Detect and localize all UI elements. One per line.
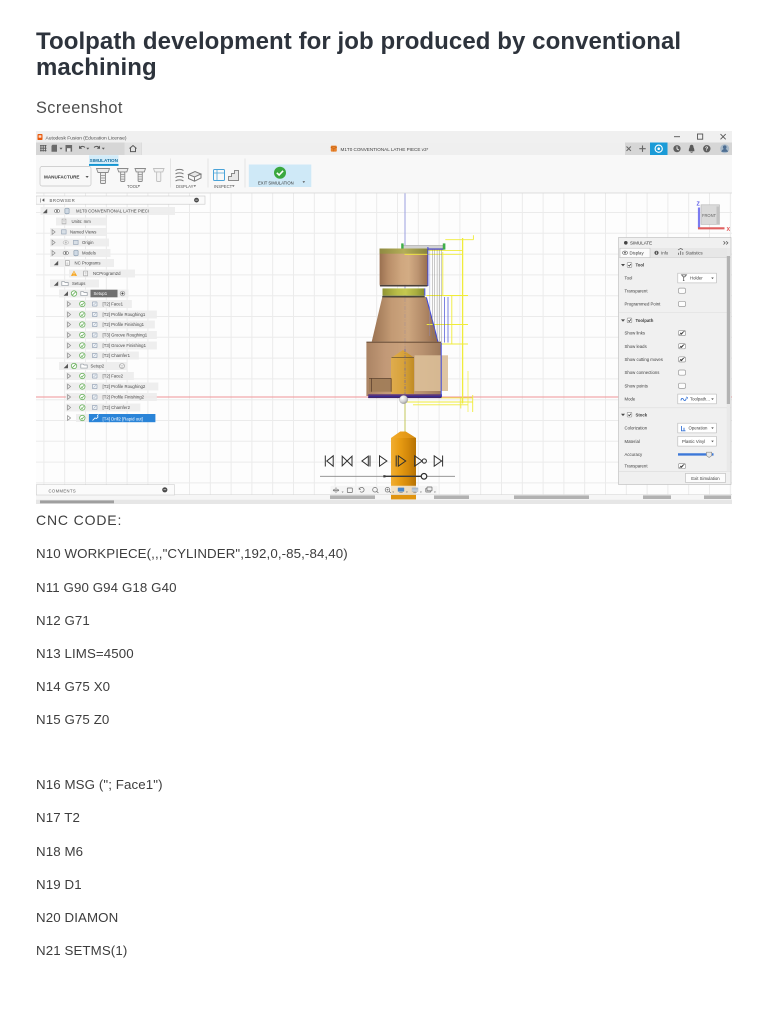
svg-text:[T2] Profile Finishing2: [T2] Profile Finishing2 — [103, 395, 145, 400]
svg-text:TOOL: TOOL — [127, 184, 139, 189]
svg-text:Show connections: Show connections — [625, 370, 660, 375]
svg-text:Material: Material — [625, 439, 640, 444]
svg-text:Programmed Point: Programmed Point — [625, 302, 662, 307]
svg-text:M1T0 CONVENTIONAL LATHE PIECI: M1T0 CONVENTIONAL LATHE PIECI — [76, 209, 149, 214]
svg-text:[T3] Groove Roughing1: [T3] Groove Roughing1 — [103, 333, 148, 338]
svg-text:[T2] Face2: [T2] Face2 — [103, 374, 124, 379]
svg-text:Operation: Operation — [689, 426, 708, 431]
svg-text:MANUFACTURE: MANUFACTURE — [44, 174, 79, 179]
svg-text:Exit Simulation: Exit Simulation — [691, 476, 720, 481]
svg-text:Transparent: Transparent — [625, 464, 649, 469]
svg-text:[T2] Profile Finishing1: [T2] Profile Finishing1 — [103, 322, 145, 327]
svg-text:Transparent: Transparent — [625, 288, 649, 293]
svg-text:SIMULATION: SIMULATION — [90, 158, 119, 163]
svg-text:NCProgram2d: NCProgram2d — [93, 271, 121, 276]
svg-text:X: X — [727, 227, 731, 233]
svg-text:M1T0 CONVENTIONAL LATHE PIECE: M1T0 CONVENTIONAL LATHE PIECE v3* — [341, 147, 429, 152]
svg-text:INSPECT: INSPECT — [214, 184, 233, 189]
svg-text:Show points: Show points — [625, 383, 648, 388]
svg-text:Setup1: Setup1 — [94, 291, 108, 296]
svg-text:Show cutting moves: Show cutting moves — [625, 357, 663, 362]
svg-text:Setup2: Setup2 — [91, 364, 105, 369]
svg-text:COMMENTS: COMMENTS — [49, 488, 77, 493]
svg-text:Show leads: Show leads — [625, 344, 647, 349]
svg-text:Show links: Show links — [625, 331, 646, 336]
svg-text:[T4] Drill2 [Rapid out]: [T4] Drill2 [Rapid out] — [103, 417, 143, 422]
svg-text:Info: Info — [661, 251, 669, 256]
svg-text:DISPLAY: DISPLAY — [176, 184, 194, 189]
svg-text:Mode: Mode — [625, 397, 636, 402]
svg-text:Toolpath...: Toolpath... — [690, 397, 710, 402]
svg-text:Setups: Setups — [72, 281, 85, 286]
svg-text:Toolpath: Toolpath — [636, 318, 654, 323]
svg-text:Accuracy: Accuracy — [625, 452, 644, 457]
svg-text:[T2] Chamfer1: [T2] Chamfer1 — [103, 353, 131, 358]
svg-text:Display: Display — [630, 251, 645, 256]
svg-text:Units: mm: Units: mm — [72, 219, 92, 224]
svg-text:[T2] Profile Roughing1: [T2] Profile Roughing1 — [103, 312, 146, 317]
svg-text:Statistics: Statistics — [686, 251, 703, 256]
svg-text:[T2] Face1: [T2] Face1 — [103, 302, 124, 307]
svg-text:FRONT: FRONT — [702, 213, 717, 218]
svg-text:SIMULATE: SIMULATE — [630, 241, 652, 246]
svg-text:Plastic Vinyl: Plastic Vinyl — [682, 439, 705, 444]
svg-text:?: ? — [705, 147, 708, 153]
svg-text:Origin: Origin — [82, 240, 94, 245]
svg-text:BROWSER: BROWSER — [50, 198, 76, 203]
svg-text:[T2] Profile Roughing2: [T2] Profile Roughing2 — [103, 384, 146, 389]
svg-text:[T2] Chamfer2: [T2] Chamfer2 — [103, 405, 131, 410]
svg-text:Autodesk Fusion (Education Lic: Autodesk Fusion (Education License) — [46, 135, 127, 141]
svg-text:Tool: Tool — [636, 263, 645, 268]
svg-text:Named Views: Named Views — [70, 230, 96, 235]
svg-text:NC Programs: NC Programs — [75, 261, 101, 266]
svg-text:Colorization: Colorization — [625, 426, 648, 431]
svg-text:Tool: Tool — [625, 276, 633, 281]
svg-text:EXIT SIMULATION: EXIT SIMULATION — [258, 180, 294, 185]
svg-text:[T3] Groove Finishing1: [T3] Groove Finishing1 — [103, 343, 147, 348]
svg-text:Holder: Holder — [690, 276, 703, 281]
svg-text:Stock: Stock — [636, 412, 648, 417]
svg-text:Models: Models — [82, 251, 96, 256]
